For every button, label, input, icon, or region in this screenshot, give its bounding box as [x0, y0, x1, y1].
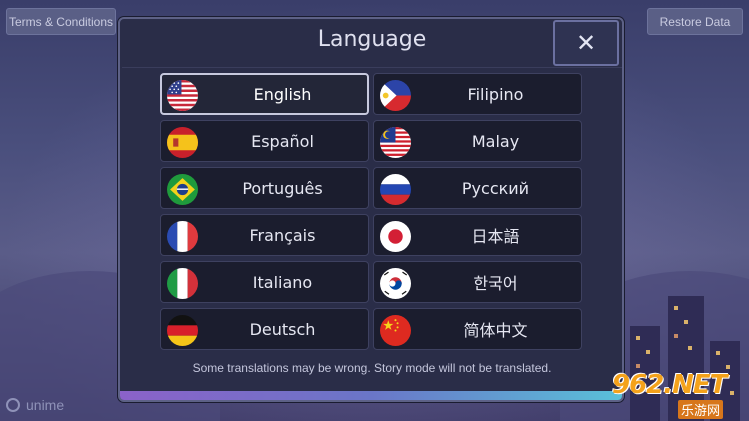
korea-flag-icon: [380, 268, 411, 299]
brazil-flag-icon: [167, 174, 198, 205]
language-label: English: [253, 84, 312, 104]
germany-flag-icon: [167, 315, 198, 346]
language-option-italiano[interactable]: Italiano: [160, 261, 369, 303]
italy-flag-icon: [167, 268, 198, 299]
language-option-korean[interactable]: 한국어: [373, 261, 582, 303]
language-label: 简体中文: [463, 321, 528, 340]
language-label: Русский: [461, 178, 530, 198]
language-label: Malay: [471, 131, 520, 151]
language-option-espanol[interactable]: Español: [160, 120, 369, 162]
watermark-sub-text: 乐游网: [678, 400, 724, 419]
terms-conditions-button[interactable]: Terms & Conditions: [6, 8, 116, 35]
language-label: Italiano: [252, 272, 313, 292]
japan-flag-icon: [380, 221, 411, 252]
language-option-japanese[interactable]: 日本語: [373, 214, 582, 256]
dialog-title: Language: [317, 27, 427, 52]
malaysia-flag-icon: [380, 127, 411, 158]
close-icon: ✕: [575, 29, 597, 57]
language-dialog: Language ✕ English Filipino Español Mala…: [118, 17, 624, 402]
bottom-logo: unime: [6, 397, 64, 413]
logo-circle-icon: [6, 398, 20, 412]
russia-flag-icon: [380, 174, 411, 205]
site-watermark: 962.NET 乐游网: [612, 370, 745, 419]
china-flag-icon: [380, 315, 411, 346]
language-option-filipino[interactable]: Filipino: [373, 73, 582, 115]
language-option-chinese[interactable]: 简体中文: [373, 308, 582, 350]
title-divider: [122, 67, 622, 68]
usa-flag-icon: [167, 80, 198, 111]
language-option-deutsch[interactable]: Deutsch: [160, 308, 369, 350]
language-option-malay[interactable]: Malay: [373, 120, 582, 162]
language-label: Português: [242, 178, 323, 198]
language-label: Filipino: [467, 84, 524, 104]
language-label: Español: [251, 131, 314, 151]
language-label: 日本語: [471, 227, 520, 246]
restore-data-button[interactable]: Restore Data: [647, 8, 743, 35]
language-label: 한국어: [473, 274, 518, 293]
philippines-flag-icon: [380, 80, 411, 111]
language-label: Deutsch: [249, 319, 316, 339]
close-button[interactable]: ✕: [553, 20, 619, 66]
logo-text: unime: [26, 397, 65, 413]
language-label: Français: [249, 225, 316, 245]
language-option-russian[interactable]: Русский: [373, 167, 582, 209]
watermark-main-text: 962.NET: [612, 370, 727, 400]
language-option-francais[interactable]: Français: [160, 214, 369, 256]
language-option-english[interactable]: English: [160, 73, 369, 115]
translation-note: Some translations may be wrong. Story mo…: [192, 361, 552, 375]
language-option-portugues[interactable]: Português: [160, 167, 369, 209]
france-flag-icon: [167, 221, 198, 252]
dialog-accent-stripe: [120, 391, 622, 400]
spain-flag-icon: [167, 127, 198, 158]
